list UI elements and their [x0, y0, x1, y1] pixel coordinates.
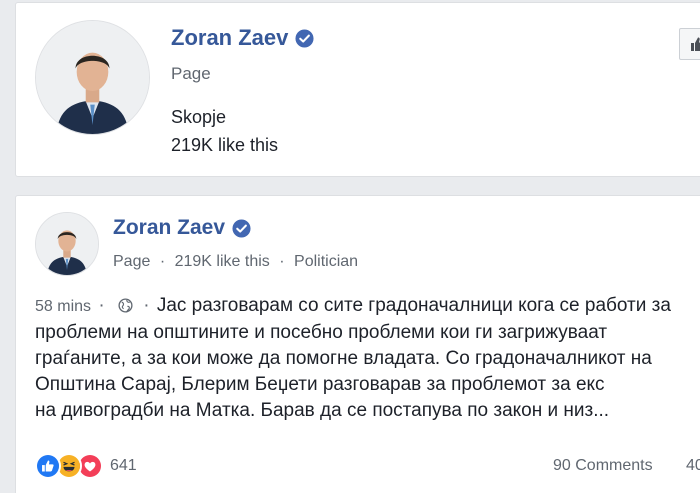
- page-avatar[interactable]: [35, 20, 150, 135]
- post-meta-category: Politician: [294, 253, 359, 270]
- page-name-link[interactable]: Zoran Zaev: [171, 25, 314, 51]
- post-text-line: 58 mins · · Јас разговарам со сите градо…: [35, 293, 700, 320]
- reactions-summary[interactable]: 641: [35, 453, 137, 479]
- like-reaction-icon: [35, 453, 61, 479]
- comments-count-link[interactable]: 90 Comments: [553, 457, 653, 475]
- post-text-line-4: на дивоградби на Матка. Барав да се пост…: [35, 400, 610, 421]
- page-type-label: Page: [171, 64, 211, 83]
- post-card: Zoran Zaev Page · 219K like this · Polit…: [15, 195, 700, 493]
- post-text-line-2: граѓаните, а за кои може да помогне влад…: [35, 348, 652, 369]
- post-author-avatar[interactable]: [35, 212, 99, 276]
- post-author-name[interactable]: Zoran Zaev: [113, 216, 225, 240]
- time-separator: ·: [98, 295, 105, 316]
- verified-badge-icon: [232, 218, 251, 238]
- post-author-meta: Page · 219K like this · Politician: [113, 253, 358, 271]
- post-text-line-3: Општина Сарај, Блерим Беџети разговарав …: [35, 374, 605, 395]
- post-meta-type: Page: [113, 253, 151, 270]
- post-text-line-0: Јас разговарам со сите градоначалници ко…: [156, 295, 671, 316]
- page-info-card: Zoran Zaev Page Skopje 219K like this: [15, 2, 700, 177]
- profile-photo-icon: [36, 213, 98, 275]
- shares-count-link[interactable]: 40: [686, 457, 700, 475]
- post-timestamp[interactable]: 58 mins: [35, 298, 91, 315]
- profile-photo-icon: [36, 21, 149, 134]
- page-likes-count: 219K like this: [171, 135, 279, 155]
- reaction-count[interactable]: 641: [110, 457, 137, 475]
- verified-badge-icon: [295, 28, 314, 48]
- post-author-link[interactable]: Zoran Zaev: [113, 216, 251, 240]
- meta-separator: ·: [279, 253, 285, 270]
- post-meta-likes: 219K like this: [174, 253, 270, 270]
- globe-icon[interactable]: [118, 298, 133, 313]
- thumbs-up-icon: [691, 37, 700, 51]
- like-page-button[interactable]: [679, 28, 700, 60]
- meta-separator: ·: [159, 253, 166, 270]
- post-text-line-1: проблеми на општините и посебно проблеми…: [35, 322, 608, 343]
- post-text: 58 mins · · Јас разговарам со сите градо…: [35, 293, 700, 424]
- page-city-label: Skopje: [171, 107, 227, 127]
- privacy-separator: ·: [143, 295, 150, 316]
- page-name-text[interactable]: Zoran Zaev: [171, 25, 288, 51]
